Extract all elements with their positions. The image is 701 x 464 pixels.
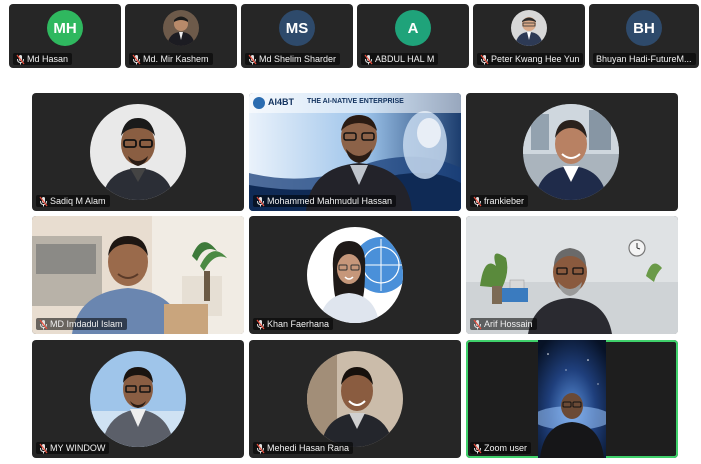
participant-video <box>32 216 244 334</box>
mic-muted-icon <box>256 196 265 207</box>
participant-tile-md-mir-kashem[interactable]: Md. Mir Kashem <box>125 4 237 68</box>
participant-name-label: Sadiq M Alam <box>36 195 110 207</box>
mic-muted-icon <box>364 54 373 65</box>
avatar: A <box>395 10 431 46</box>
participant-name-label: MY WINDOW <box>36 442 110 454</box>
participant-video <box>538 340 606 458</box>
participant-name-label: Bhuyan Hadi-FutureM... <box>593 53 696 65</box>
mic-muted-icon <box>39 319 48 330</box>
mic-muted-icon <box>39 443 48 454</box>
mic-muted-icon <box>39 196 48 207</box>
participant-tile-md-imdadul-islam[interactable]: MD Imdadul Islam <box>32 216 244 334</box>
participant-tile-mehedi-hasan-rana[interactable]: Mehedi Hasan Rana <box>249 340 461 458</box>
participant-name-label: Arif Hossain <box>470 318 537 330</box>
participant-photo <box>90 351 186 447</box>
participant-tile-sadiq-m-alam[interactable]: Sadiq M Alam <box>32 93 244 211</box>
participant-photo <box>523 104 619 200</box>
mic-muted-icon <box>473 319 482 330</box>
participant-name-label: Md Hasan <box>13 53 73 65</box>
mic-muted-icon <box>473 196 482 207</box>
participant-tile-khan-faerhana[interactable]: Khan Faerhana <box>249 216 461 334</box>
participant-video <box>466 216 678 334</box>
mic-muted-icon <box>256 443 265 454</box>
participant-photo <box>90 104 186 200</box>
participant-name-label: Peter Kwang Hee Yun <box>477 53 584 65</box>
avatar: BH <box>626 10 662 46</box>
participant-name-label: Khan Faerhana <box>253 318 334 330</box>
participant-name-label: ABDUL HAL M <box>361 53 439 65</box>
avatar <box>511 10 547 46</box>
participant-photo <box>307 351 403 447</box>
mic-muted-icon <box>256 319 265 330</box>
banner-logo: AI4BT <box>268 97 295 107</box>
mic-muted-icon <box>473 443 482 454</box>
participant-tile-peter-kwang-hee-yun[interactable]: Peter Kwang Hee Yun <box>473 4 585 68</box>
zoom-gallery-view: MH Md Hasan Md. Mir Kashem MS Md Shelim … <box>0 0 701 464</box>
mic-muted-icon <box>248 54 257 65</box>
participant-name-label: Zoom user <box>470 442 532 454</box>
participant-name-label: frankieber <box>470 195 529 207</box>
mic-muted-icon <box>132 54 141 65</box>
participant-tile-arif-hossain[interactable]: Arif Hossain <box>466 216 678 334</box>
mic-muted-icon <box>16 54 25 65</box>
participant-tile-abdul-hal-m[interactable]: A ABDUL HAL M <box>357 4 469 68</box>
participant-name-label: Md Shelim Sharder <box>245 53 341 65</box>
participant-tile-md-hasan[interactable]: MH Md Hasan <box>9 4 121 68</box>
avatar: MH <box>47 10 83 46</box>
mic-muted-icon <box>480 54 489 65</box>
participant-tile-zoom-user[interactable]: Zoom user <box>466 340 678 458</box>
participant-name-label: Md. Mir Kashem <box>129 53 213 65</box>
participant-tile-bhuyan-hadi[interactable]: BH Bhuyan Hadi-FutureM... <box>589 4 699 68</box>
participant-name-label: Mohammed Mahmudul Hassan <box>253 195 397 207</box>
banner-title: THE AI-NATIVE ENTERPRISE <box>307 98 404 105</box>
participant-name-label: Mehedi Hasan Rana <box>253 442 354 454</box>
participant-tile-frankieber[interactable]: frankieber <box>466 93 678 211</box>
participant-name-label: MD Imdadul Islam <box>36 318 127 330</box>
avatar: MS <box>279 10 315 46</box>
participant-tile-my-window[interactable]: MY WINDOW <box>32 340 244 458</box>
participant-tile-md-shelim-sharder[interactable]: MS Md Shelim Sharder <box>241 4 353 68</box>
avatar <box>163 10 199 46</box>
participant-tile-mohammed-mahmudul-hassan[interactable]: AI4BT THE AI-NATIVE ENTERPRISE Mohammed … <box>249 93 461 211</box>
participant-photo <box>307 227 403 323</box>
